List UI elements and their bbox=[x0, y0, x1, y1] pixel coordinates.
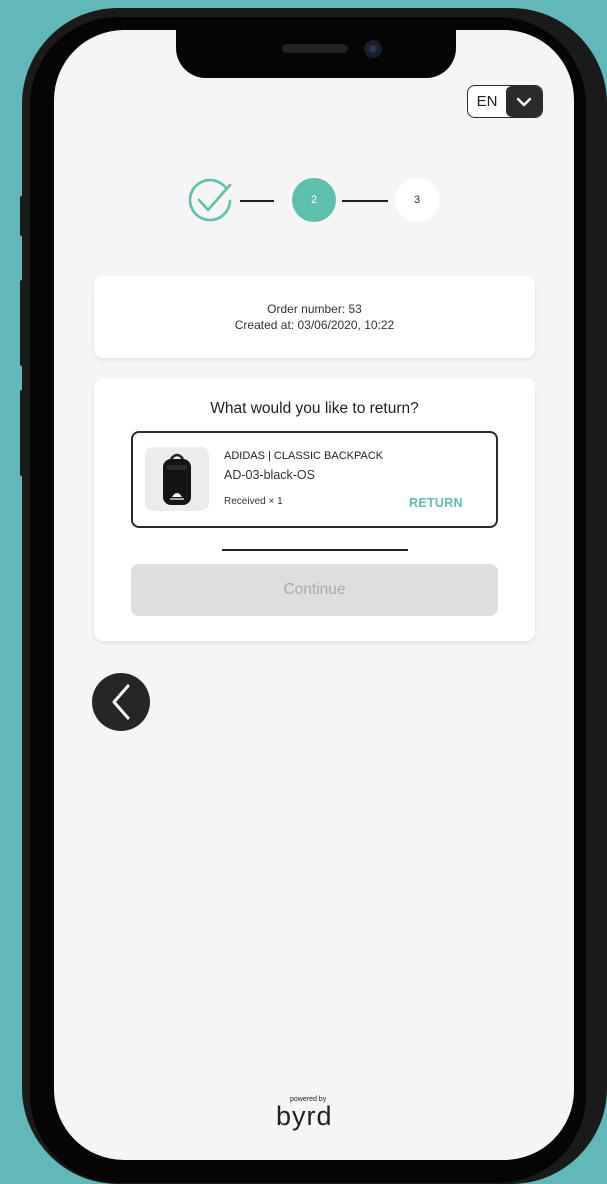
chevron-left-icon bbox=[112, 684, 130, 720]
product-image bbox=[145, 447, 209, 511]
product-sku: AD-03-black-OS bbox=[224, 468, 315, 482]
brand-logo: byrd bbox=[276, 1101, 333, 1131]
volume-up-button bbox=[20, 280, 26, 366]
continue-button[interactable]: Continue bbox=[131, 564, 498, 616]
step-connector bbox=[342, 200, 388, 202]
return-item[interactable]: ADIDAS | CLASSIC BACKPACK AD-03-black-OS… bbox=[131, 431, 498, 528]
check-circle-icon bbox=[188, 178, 232, 222]
step-current: 2 bbox=[292, 178, 336, 222]
product-name: ADIDAS | CLASSIC BACKPACK bbox=[224, 450, 384, 462]
return-question: What would you like to return? bbox=[210, 400, 419, 417]
order-created-at: Created at: 03/06/2020, 10:22 bbox=[234, 318, 395, 332]
back-button[interactable] bbox=[92, 673, 150, 731]
mute-switch bbox=[20, 196, 26, 236]
chevron-down-icon[interactable] bbox=[506, 86, 542, 117]
return-selection-card: What would you like to return? ADIDAS | … bbox=[94, 378, 535, 641]
product-quantity: Received × 1 bbox=[224, 496, 283, 507]
step-next: 3 bbox=[395, 178, 439, 222]
volume-down-button bbox=[20, 390, 26, 476]
progress-stepper: 2 3 bbox=[188, 178, 440, 224]
front-camera bbox=[364, 40, 382, 58]
power-button bbox=[601, 310, 607, 440]
order-number: Order number: 53 bbox=[267, 302, 362, 316]
language-code: EN bbox=[476, 93, 498, 110]
divider bbox=[222, 549, 408, 551]
step-connector bbox=[240, 200, 274, 202]
speaker-grille bbox=[282, 44, 348, 53]
order-info-card: Order number: 53 Created at: 03/06/2020,… bbox=[94, 276, 535, 358]
return-button[interactable]: RETURN bbox=[409, 496, 463, 510]
language-selector[interactable]: EN bbox=[467, 85, 543, 118]
phone-notch bbox=[176, 30, 456, 78]
